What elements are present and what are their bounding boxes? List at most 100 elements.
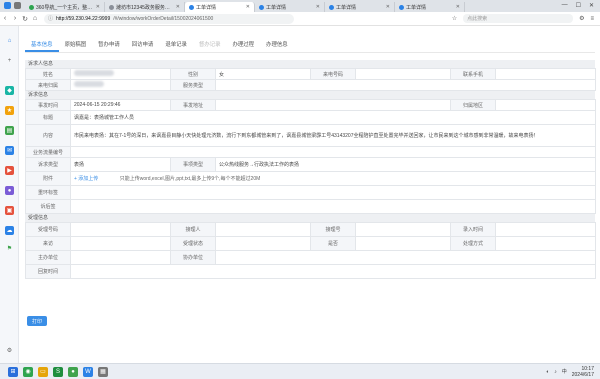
tab-handle-info[interactable]: 办理信息 xyxy=(260,38,294,52)
tab-basic-info[interactable]: 基本信息 xyxy=(25,38,59,52)
upload-button[interactable]: + 添加上传 xyxy=(74,176,98,182)
forward-icon[interactable]: › xyxy=(10,15,20,22)
service-label: 服务类型 xyxy=(170,79,216,91)
folder-taskbar-icon[interactable]: ▭ xyxy=(38,366,48,377)
handling-table: 受理号码 接理人 接理号 录入时间 来访 受理状态 是否 处理方式 主办单位 协… xyxy=(25,222,596,279)
back-icon[interactable]: ‹ xyxy=(0,15,10,22)
wechat-taskbar-icon[interactable]: ● xyxy=(68,366,78,377)
section-complaint: 诉求信息 xyxy=(25,91,595,99)
browser-tab[interactable]: 工单详情 ✕ xyxy=(325,2,395,12)
tab-supervise-record[interactable]: 督办记录 xyxy=(193,38,227,52)
contact-field[interactable] xyxy=(495,68,596,80)
excel-taskbar-icon[interactable]: S xyxy=(53,366,63,377)
close-tab-icon[interactable]: ✕ xyxy=(176,4,180,10)
volume-icon[interactable]: ♪ xyxy=(554,369,557,375)
gender-field[interactable]: 女 xyxy=(215,68,311,80)
search-input[interactable]: 点此搜索 xyxy=(463,14,574,23)
settings-sidebar-icon[interactable]: ⚙ xyxy=(5,346,14,355)
browser-tab[interactable]: 工单详情 ✕ xyxy=(255,2,325,12)
work-no-field[interactable] xyxy=(355,222,451,237)
game-sidebar-icon[interactable]: ● xyxy=(5,186,14,195)
start-icon[interactable]: ⊞ xyxy=(8,366,18,377)
receiver-name-field[interactable] xyxy=(215,222,311,237)
tab-process[interactable]: 办理过程 xyxy=(226,38,260,52)
receiver-field[interactable] xyxy=(70,222,171,237)
tab-menu-icon[interactable] xyxy=(14,1,21,9)
caller-area-label: 来电归属 xyxy=(25,79,71,91)
news-sidebar-icon[interactable]: ▣ xyxy=(5,206,14,215)
browser-tab-strip: 360导航_一个主页，整个世 ✕ 潍坊市12345政务服务便民热 ✕ 工单详情 ✕ 工… xyxy=(0,0,600,12)
category-field[interactable]: 表扬 xyxy=(70,157,171,172)
item-type-field[interactable]: 公众热线服务→行政执法工作的表扬 xyxy=(215,157,596,172)
browser-tab-active[interactable]: 工单详情 ✕ xyxy=(185,2,255,12)
tray-app-icon[interactable]: ◐ xyxy=(546,369,549,375)
assist-field[interactable] xyxy=(215,250,596,265)
clock[interactable]: 10:17 2024/6/17 xyxy=(572,366,594,378)
maximize-icon[interactable]: ☐ xyxy=(576,2,581,9)
service-field[interactable] xyxy=(215,79,596,91)
cloud-sidebar-icon[interactable]: ☁ xyxy=(5,226,14,235)
print-button[interactable]: 打印 xyxy=(27,316,47,326)
tab-original[interactable]: 原始稿图 xyxy=(59,38,93,52)
close-window-icon[interactable]: ✕ xyxy=(589,2,594,9)
close-tab-icon[interactable]: ✕ xyxy=(316,4,320,10)
browser-tab[interactable]: 潍坊市12345政务服务便民热 ✕ xyxy=(105,2,185,12)
mail-sidebar-icon[interactable]: ✉ xyxy=(5,146,14,155)
assist-label: 协办单位 xyxy=(170,250,216,265)
browser-taskbar-icon[interactable]: ◉ xyxy=(23,366,33,377)
browser-tab[interactable]: 工单详情 ✕ xyxy=(395,2,465,12)
home-icon[interactable]: ⌂ xyxy=(30,15,40,22)
section-caller: 诉求人信息 xyxy=(25,60,595,68)
caller-area-field[interactable] xyxy=(70,79,171,91)
dept-field[interactable] xyxy=(215,236,311,251)
remark-field[interactable] xyxy=(70,199,596,214)
app-sidebar-icon[interactable]: ◆ xyxy=(5,86,14,95)
home-sidebar-icon[interactable]: ⌂ xyxy=(5,36,14,45)
reload-icon[interactable]: ↻ xyxy=(20,15,30,23)
item-type-label: 事项类型 xyxy=(170,157,216,172)
add-sidebar-icon[interactable]: + xyxy=(5,56,14,65)
tab-favicon-icon xyxy=(259,4,264,10)
area-field[interactable] xyxy=(495,99,596,111)
tab-favicon-icon xyxy=(189,4,194,10)
visit-type-field[interactable] xyxy=(70,236,171,251)
name-field[interactable] xyxy=(70,68,171,80)
close-tab-icon[interactable]: ✕ xyxy=(456,4,460,10)
app-taskbar-icon[interactable]: ▦ xyxy=(98,366,108,377)
tab-pause-apply[interactable]: 暂办申请 xyxy=(92,38,126,52)
business-no-field[interactable] xyxy=(70,146,596,158)
video-sidebar-icon[interactable]: ▶ xyxy=(5,166,14,175)
place-label: 事发地址 xyxy=(170,99,216,111)
tab-revisit-apply[interactable]: 回访申请 xyxy=(126,38,160,52)
recorder-field[interactable] xyxy=(495,222,596,237)
time-field[interactable]: 2024-06-15 20:29:46 xyxy=(70,99,171,111)
visit-type-label: 来访 xyxy=(25,236,71,251)
favorite-sidebar-icon[interactable]: ★ xyxy=(5,106,14,115)
minimize-icon[interactable]: — xyxy=(562,2,568,9)
point-field[interactable] xyxy=(70,185,596,200)
title-field[interactable]: 讽嘉是：表扬城管工作人员 xyxy=(70,110,596,125)
browser-logo-icon[interactable] xyxy=(4,1,11,9)
tab-return-record[interactable]: 退单记录 xyxy=(159,38,193,52)
tool-sidebar-icon[interactable]: ⚑ xyxy=(5,244,14,253)
input-language[interactable]: 中 xyxy=(562,368,567,375)
phone-field[interactable] xyxy=(355,68,451,80)
reply-field[interactable] xyxy=(70,264,596,279)
close-tab-icon[interactable]: ✕ xyxy=(246,4,250,10)
undertake-field[interactable] xyxy=(70,250,171,265)
doc-sidebar-icon[interactable]: ▤ xyxy=(5,126,14,135)
extensions-icon[interactable]: ⚙ xyxy=(579,15,584,22)
star-icon[interactable]: ☆ xyxy=(452,15,457,22)
place-field[interactable] xyxy=(215,99,451,111)
menu-icon[interactable]: ≡ xyxy=(590,16,594,22)
browser-tab[interactable]: 360导航_一个主页，整个世 ✕ xyxy=(25,2,105,12)
recorder-label: 录入时间 xyxy=(450,222,496,237)
content-field[interactable]: 市民来电表扬：其在7-1号的深日，来讽嘉县目静小天快处理元济数，流行下到东都城管… xyxy=(70,124,596,147)
status-field[interactable] xyxy=(355,236,451,251)
url-field[interactable]: ⓘ http://59.230.94.22:9999/#/window/work… xyxy=(44,13,294,24)
method-field[interactable] xyxy=(495,236,596,251)
word-taskbar-icon[interactable]: W xyxy=(83,366,93,377)
browser-left-icons xyxy=(0,0,25,12)
close-tab-icon[interactable]: ✕ xyxy=(386,4,390,10)
close-tab-icon[interactable]: ✕ xyxy=(96,4,100,10)
